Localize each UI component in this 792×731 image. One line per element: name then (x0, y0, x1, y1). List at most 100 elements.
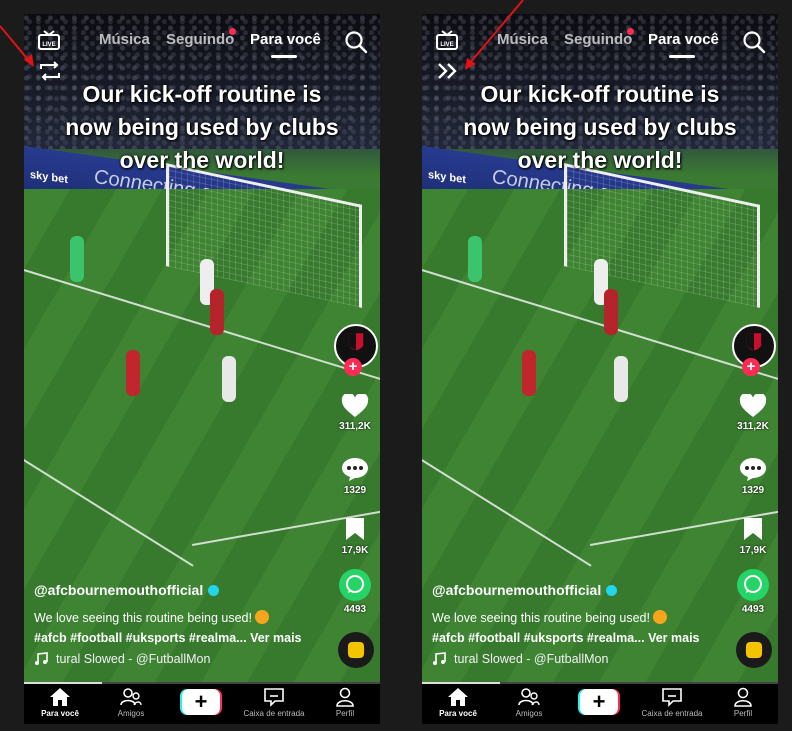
hashtags[interactable]: #afcb #football #uksports #realma... (34, 631, 247, 645)
live-tv-icon[interactable]: LIVE (38, 30, 60, 50)
video-info: @afcbournemouthofficial We love seeing t… (432, 582, 732, 666)
comment-icon (342, 458, 368, 481)
player-white (614, 356, 628, 402)
nav-friends[interactable]: Amigos (96, 687, 166, 718)
description: We love seeing this routine being used! (34, 608, 334, 628)
caption-line: Our kick-off routine is (82, 81, 322, 107)
tab-seguindo[interactable]: Seguindo (564, 31, 632, 48)
handle-text: @afcbournemouthofficial (432, 582, 602, 598)
handle-text: @afcbournemouthofficial (34, 582, 204, 598)
tab-seguindo[interactable]: Seguindo (166, 31, 234, 48)
heart-icon (739, 394, 767, 417)
player-red (126, 350, 140, 396)
comment-count: 1329 (741, 485, 765, 496)
annotation-arrow-right (465, 0, 524, 70)
create-button[interactable]: + (578, 689, 620, 715)
player-red (604, 289, 618, 335)
share-button[interactable]: 4493 (728, 569, 778, 615)
caption-line: now being used by clubs (65, 114, 339, 140)
verified-badge-icon (606, 584, 618, 596)
heart-icon (341, 394, 369, 417)
search-icon[interactable] (742, 30, 766, 54)
nav-inbox[interactable]: Caixa de entrada (637, 687, 707, 718)
video-caption: Our kick-off routine is now being used b… (24, 78, 380, 177)
save-button[interactable]: 17,9K (728, 516, 778, 556)
like-button[interactable]: 311,2K (330, 394, 380, 432)
caption-line: over the world! (517, 147, 683, 173)
description: We love seeing this routine being used! (432, 608, 732, 628)
see-more-link[interactable]: Ver mais (250, 631, 301, 645)
nav-label: Perfil (335, 709, 355, 718)
whatsapp-icon (737, 569, 769, 601)
music-note-icon (35, 652, 48, 665)
whatsapp-icon (339, 569, 371, 601)
nav-label: Perfil (733, 709, 753, 718)
video-info: @afcbournemouthofficial We love seeing t… (34, 582, 334, 666)
phone-screen-left: sky bet Connecting everyone, everywhere.… (24, 14, 380, 724)
nav-profile[interactable]: Perfil (708, 687, 778, 718)
comment-button[interactable]: 1329 (330, 456, 380, 496)
hashtags-line: #afcb #football #uksports #realma... Ver… (34, 628, 334, 648)
sound-title: tural Slowed - @FutballMon (454, 652, 609, 666)
sound-row[interactable]: tural Slowed - @FutballMon (34, 652, 334, 666)
create-button[interactable]: + (180, 689, 222, 715)
save-count: 17,9K (341, 545, 369, 556)
creator-handle[interactable]: @afcbournemouthofficial (432, 582, 732, 598)
club-crest-icon (348, 333, 364, 351)
notification-dot (229, 28, 236, 35)
nav-label: Para você (439, 709, 477, 718)
player-red (522, 350, 536, 396)
hashtags[interactable]: #afcb #football #uksports #realma... (432, 631, 645, 645)
phone-screen-right: sky bet Connecting everyone, everywhere.… (422, 14, 778, 724)
nav-inbox[interactable]: Caixa de entrada (239, 687, 309, 718)
profile-icon (734, 687, 752, 707)
like-button[interactable]: 311,2K (728, 394, 778, 432)
active-tab-indicator (271, 55, 297, 58)
notification-dot (627, 28, 634, 35)
creator-handle[interactable]: @afcbournemouthofficial (34, 582, 334, 598)
music-disc[interactable] (338, 632, 374, 668)
tab-para-voce[interactable]: Para você (648, 31, 719, 48)
share-button[interactable]: 4493 (330, 569, 380, 615)
sound-row[interactable]: tural Slowed - @FutballMon (432, 652, 732, 666)
goalkeeper (70, 236, 84, 282)
comment-icon (740, 458, 766, 481)
caption-line: now being used by clubs (463, 114, 737, 140)
plus-icon: + (580, 689, 618, 715)
top-bar: LIVE Música Seguindo Para você (24, 14, 380, 64)
comment-button[interactable]: 1329 (728, 456, 778, 496)
verified-badge-icon (208, 584, 220, 596)
profile-icon (336, 687, 354, 707)
caption-line: over the world! (119, 147, 285, 173)
sound-title: tural Slowed - @FutballMon (56, 652, 211, 666)
bottom-nav: Para você Amigos + Caixa de entrada Perf… (422, 684, 778, 724)
sound-cover-icon (348, 642, 364, 658)
tab-musica[interactable]: Música (99, 31, 150, 48)
friends-icon (518, 688, 540, 706)
active-tab-indicator (669, 55, 695, 58)
heart-eyes-emoji-icon (255, 610, 270, 624)
nav-label: Para você (41, 709, 79, 718)
save-button[interactable]: 17,9K (330, 516, 380, 556)
nav-label: Caixa de entrada (243, 709, 305, 718)
save-count: 17,9K (739, 545, 767, 556)
follow-plus-button[interactable]: + (742, 358, 760, 376)
annotation-arrow-left (0, 25, 34, 67)
nav-label: Caixa de entrada (641, 709, 703, 718)
caption-line: Our kick-off routine is (480, 81, 720, 107)
nav-friends[interactable]: Amigos (494, 687, 564, 718)
follow-plus-button[interactable]: + (344, 358, 362, 376)
bottom-nav: Para você Amigos + Caixa de entrada Perf… (24, 684, 380, 724)
nav-home[interactable]: Para você (423, 687, 493, 718)
description-text: We love seeing this routine being used! (34, 611, 252, 625)
nav-home[interactable]: Para você (25, 687, 95, 718)
bookmark-icon (346, 518, 364, 540)
nav-profile[interactable]: Perfil (310, 687, 380, 718)
search-icon[interactable] (344, 30, 368, 54)
like-count: 311,2K (339, 421, 371, 432)
tab-para-voce[interactable]: Para você (250, 31, 321, 48)
nav-label: Amigos (117, 709, 145, 718)
music-disc[interactable] (736, 632, 772, 668)
sound-cover-icon (746, 642, 762, 658)
see-more-link[interactable]: Ver mais (648, 631, 699, 645)
